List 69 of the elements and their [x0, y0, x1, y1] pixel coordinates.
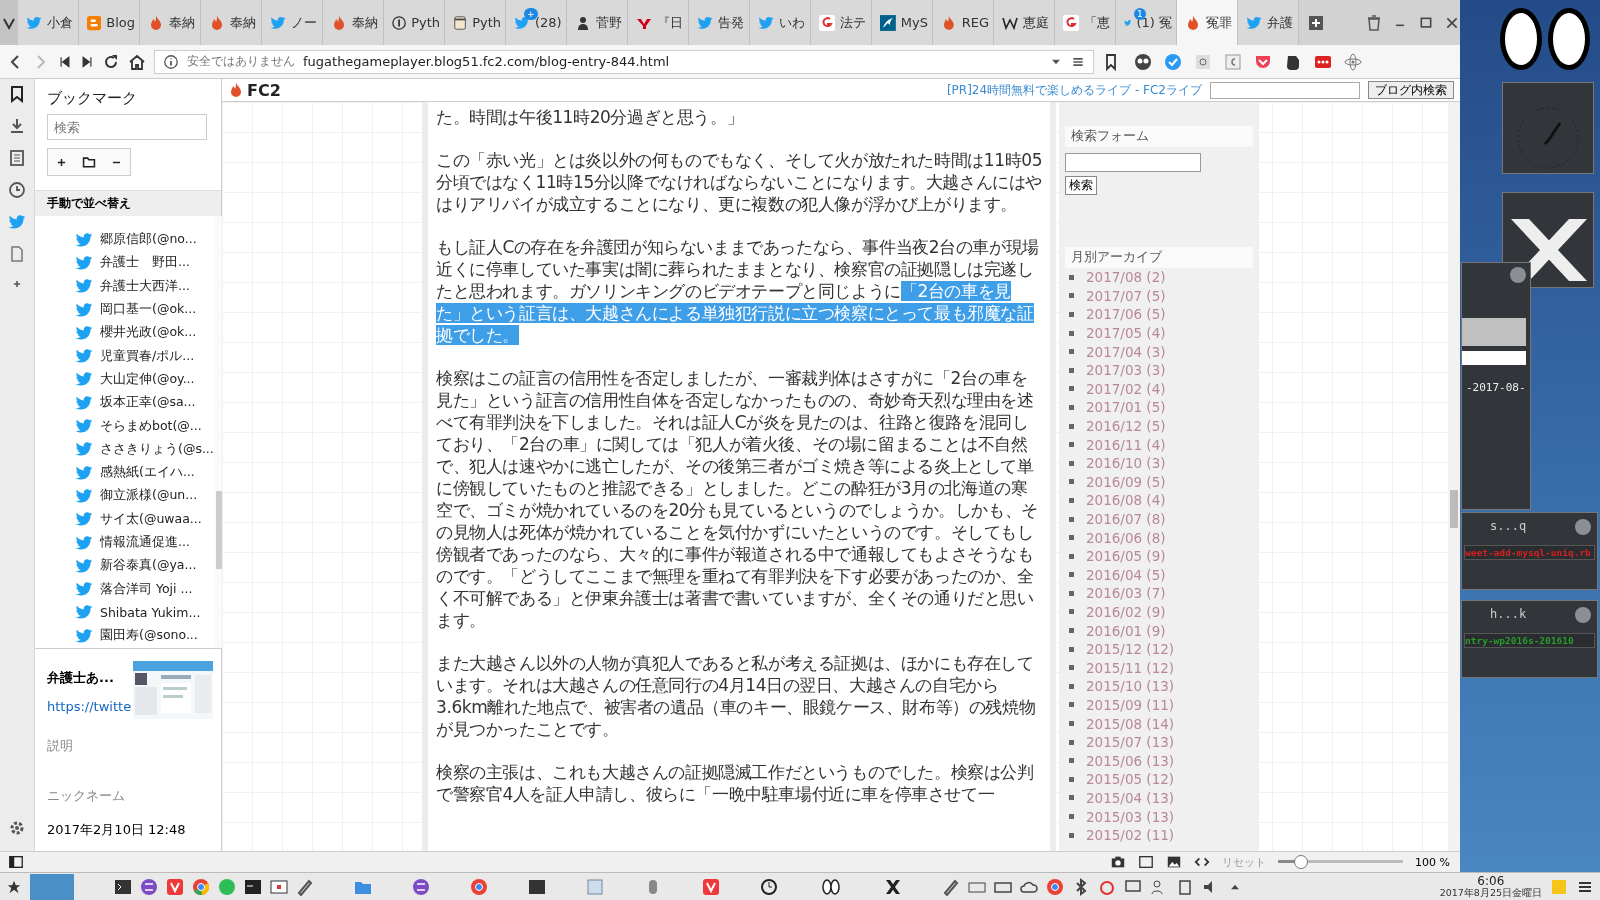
panel-title: ブックマーク — [46, 88, 138, 109]
paragraph: 検察はこの証言の信用性を否定しましたが、一審裁判体はさすがに「2台の車を見た」という証言の信用性自体を否定しなかったものの、奇妙奇天烈な理由を述べて有罪判決を下しました。それは証人Cが炎を見たのは、往路と復路を混同しており、「2台の車」に関しては「犯人が着火後、その場に留まることは不自然で、犯人は速やかに逃亡したが、その後第三者がゴミ焼き等による炎上として単に傍観していたものと推認できる」としました。どこの酔狂が3月の北海道の寒空で、ゴミが焼かれているのを20分も見ているというのでしょうか。しかも、その見物人は死体が焼かれていることを気付かずにいたというのです。そしてもし傍観者であったのなら、大々的に事件が報道される中で通報してもよさそうなものです。「どうしてここまで無理を重ねて有罪判決を下す必要があったのか、全く不可解である」と伊東弁護士は著書で書いていますが、全くその通りだと思います。 — [436, 367, 1039, 631]
terminal-text: weet-add-mysql-uniq.rb — [1464, 545, 1595, 560]
browser-tab[interactable]: 冤罪 — [1177, 0, 1238, 45]
search-button[interactable]: 検索 — [1065, 176, 1097, 195]
bookmark-item[interactable]: 御立派様(@un... — [35, 484, 214, 508]
browser-tab[interactable]: 菅野 — [567, 0, 628, 45]
bookmark-item[interactable]: 弁護士大西洋... — [35, 274, 214, 298]
bookmark-item[interactable]: サイ太(@uwaa... — [35, 507, 214, 531]
browser-tab[interactable]: ノー — [262, 0, 323, 45]
browser-tab[interactable]: Pyth — [384, 0, 445, 45]
browser-tab[interactable]: 弁護 — [1238, 0, 1299, 45]
browser-tab[interactable]: 告発 — [689, 0, 750, 45]
bookmark-item[interactable]: 坂本正幸(@sa... — [35, 391, 214, 415]
browser-tab[interactable]: 『日 — [628, 0, 689, 45]
paragraph: 検察の主張は、これも大越さんの証拠隠滅工作だというものでした。検察は公判で警察官4人を証人申請し、彼らに「一晩中駐車場付近に車を停車させて一 — [436, 761, 1035, 805]
browser-tab[interactable]: 「恵 — [1055, 0, 1116, 45]
ad-link[interactable]: [PR]24時間無料で楽しめるライブ - FC2ライブ — [946, 81, 1202, 99]
paragraph: もし証人Cの存在を弁護団が知らないままであったなら、事件当夜2台の車が現場近くに停車していた事実は闇に葬られたままとなり、検察官の証拠隠しは完遂したと思われます。ガソリンキングのビデオテープと同じように「2台の車を見た」という証言は、大越さんによる単独犯行説に立つ検察にとって最も邪魔な証拠でした。 — [436, 236, 1040, 346]
window-title: h...k — [1490, 607, 1527, 621]
browser-tab[interactable]: 奉納 — [201, 0, 262, 45]
zoom-value: 100 % — [1415, 855, 1450, 869]
bookmark-item[interactable]: 園田寿(@sono... — [35, 624, 214, 648]
terminal-text: -2017-08- — [1466, 381, 1526, 394]
browser-tab[interactable]: + (28) — [506, 0, 567, 45]
browser-tab[interactable]: 1(1) 冤 — [1116, 0, 1177, 45]
terminal-text: ntry-wp2016s-201610 — [1464, 633, 1595, 648]
bookmark-item[interactable]: そらまめbot(@... — [35, 414, 214, 438]
nickname-label: ニックネーム — [47, 787, 126, 805]
clock-date: 2017年8月25日金曜日 — [1439, 886, 1542, 898]
bookmark-item[interactable]: 郷原信郎(@no... — [35, 228, 214, 252]
browser-tab[interactable]: Blog — [79, 0, 140, 45]
browser-tab[interactable]: 奉納 — [140, 0, 201, 45]
sort-label: 手動で並べ替え — [35, 190, 221, 216]
browser-tab[interactable]: Pyth — [445, 0, 506, 45]
blog-search-button[interactable]: ブログ内検索 — [1368, 81, 1454, 99]
browser-tab[interactable]: いわ — [750, 0, 811, 45]
clock-time: 6:06 — [1477, 875, 1505, 887]
bookmark-item[interactable]: 児童買春/ポル... — [35, 344, 214, 368]
logo[interactable]: FC2 — [228, 80, 281, 100]
url-text: fugathegameplayer.blog51.fc2.com/blog-entry-844.html — [303, 54, 670, 69]
browser-tab[interactable]: MyS — [872, 0, 933, 45]
bookmark-item[interactable]: 感熱紙(エイハ... — [35, 460, 214, 485]
bookmark-item[interactable]: 情報流通促進... — [35, 530, 214, 555]
address-field[interactable]: 安全ではありません fugathegameplayer.blog51.fc2.com/blog-entry-844.html — [154, 49, 1094, 74]
bookmark-item[interactable]: ささきりょう(@s... — [35, 437, 214, 461]
paragraph: た。時間は午後11時20分過ぎと思う。」 — [436, 106, 745, 128]
paragraph: また大越さん以外の人物が真犯人であると私が考える証拠は、ほかにも存在しています。それは大越さんの任意同行の4月14日の翌日、大越さんの自宅から3.6km離れた地点で、被害者の遺品（車のキー、眼鏡ケース、財布等）の残焼物が見つかったことです。 — [436, 652, 1037, 740]
window-title: s...q — [1490, 519, 1527, 533]
date-text: 2017年2月10日 12:48 — [47, 821, 187, 839]
section-title: 検索フォーム — [1065, 126, 1253, 147]
bookmark-item[interactable]: 櫻井光政(@ok... — [35, 321, 214, 345]
bookmark-item[interactable]: 大山定伸(@oy... — [35, 367, 214, 392]
browser-tab[interactable]: 恵庭 — [994, 0, 1055, 45]
browser-tab[interactable]: 法テ — [811, 0, 872, 45]
search-field[interactable]: 検索 — [47, 114, 207, 140]
bookmark-item[interactable]: 新谷泰真(@ya... — [35, 554, 214, 578]
bookmark-item[interactable]: 落合洋司 Yoji ... — [35, 577, 214, 601]
browser-tab[interactable]: 奉納 — [323, 0, 384, 45]
security-label: 安全ではありません — [187, 53, 295, 70]
description-label: 説明 — [47, 737, 74, 755]
bookmark-item[interactable]: 弁護士 野田... — [35, 251, 214, 275]
bookmark-item[interactable]: Shibata Yukim... — [35, 600, 214, 625]
bookmark-item[interactable]: 岡口基一(@ok... — [35, 297, 214, 322]
browser-tab[interactable]: 小倉 — [18, 0, 79, 45]
browser-tab[interactable]: REG — [933, 0, 994, 45]
bookmark-name: 弁護士あ... — [47, 669, 115, 687]
paragraph: この「赤い光」とは炎以外の何ものでもなく、そして火が放たれた時間は11時05分頃ではなく11時15分以降でなければならないことになります。大越さんにはやはりアリバイが成立することになり、更に複数の犯人像が浮かび上がります。 — [436, 149, 1044, 215]
section-title: 月別アーカイブ — [1065, 247, 1253, 268]
